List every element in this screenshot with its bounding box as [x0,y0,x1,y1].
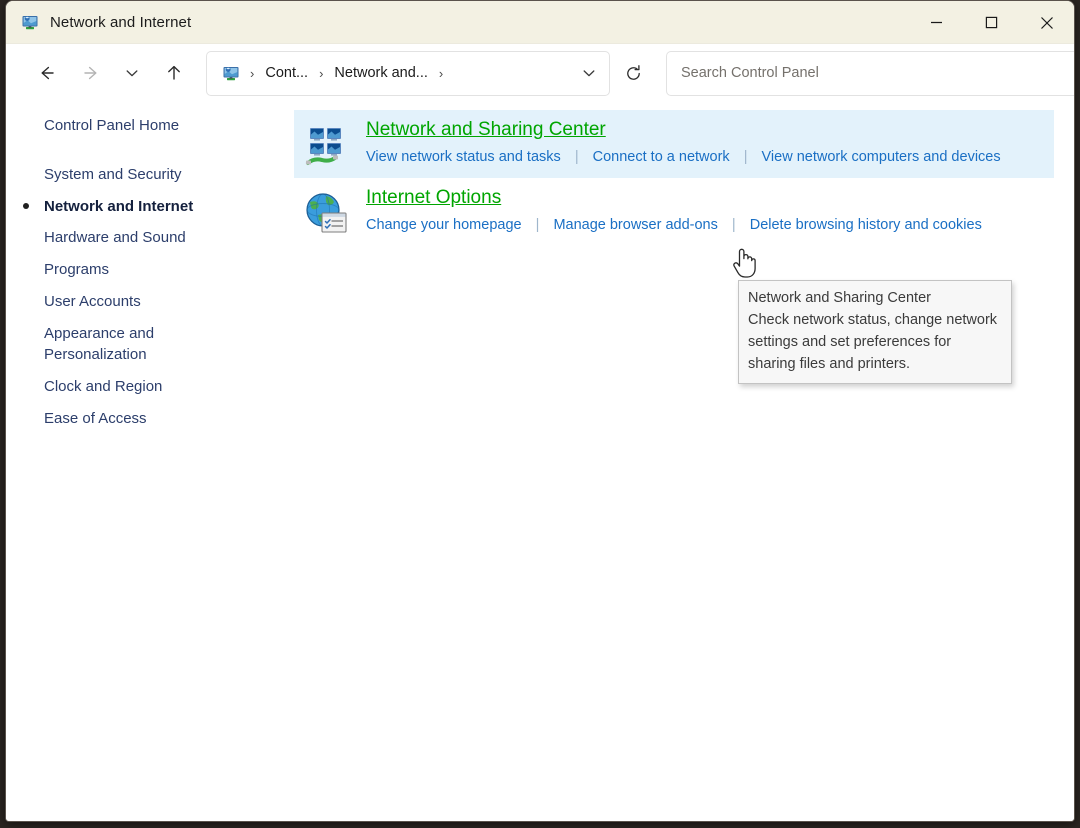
tooltip-title: Network and Sharing Center [748,287,1002,309]
recent-locations-button[interactable] [118,55,146,91]
category-text-network-and-sharing-center: Network and Sharing Center View network … [366,119,1054,167]
link-internet-options[interactable]: Internet Options [366,187,501,209]
sidebar-item-network-and-internet[interactable]: Network and Internet [6,191,294,223]
link-network-and-sharing-center[interactable]: Network and Sharing Center [366,119,606,141]
navigation-toolbar: › Cont... › Network and... › [6,44,1074,102]
category-row-internet-options[interactable]: Internet Options Change your homepage | … [294,178,1054,246]
content-area: Control Panel Home System and Security N… [6,102,1074,822]
sidebar-item-hardware-and-sound[interactable]: Hardware and Sound [6,222,294,254]
back-button[interactable] [28,55,64,91]
network-sharing-center-icon [302,121,350,169]
link-delete-browsing-history-and-cookies[interactable]: Delete browsing history and cookies [750,217,982,233]
category-text-internet-options: Internet Options Change your homepage | … [366,187,1054,235]
pointing-hand-cursor [731,247,757,279]
up-button[interactable] [156,55,192,91]
maximize-button[interactable] [964,1,1019,44]
control-panel-window: Network and Internet [5,0,1075,822]
window-title: Network and Internet [50,14,191,31]
sidebar-item-ease-of-access[interactable]: Ease of Access [6,403,294,435]
breadcrumb-separator-0: › [241,66,263,81]
breadcrumb: › Cont... › Network and... › [221,56,605,90]
tooltip: Network and Sharing Center Check network… [738,280,1012,384]
sidebar-item-programs[interactable]: Programs [6,254,294,286]
sidebar-spacer [6,142,294,159]
category-links-network-and-sharing-center: View network status and tasks | Connect … [366,148,1054,167]
category-links-internet-options: Change your homepage | Manage browser ad… [366,216,1054,235]
window-controls [909,1,1074,44]
tooltip-body: Check network status, change network set… [748,309,1002,375]
search-input[interactable] [681,65,1075,81]
search-box[interactable] [666,51,1075,96]
breadcrumb-separator-2: › [430,66,452,81]
minimize-button[interactable] [909,1,964,44]
link-view-network-computers-and-devices[interactable]: View network computers and devices [762,149,1001,165]
control-panel-icon[interactable] [221,63,241,83]
link-divider: | [565,149,589,165]
address-bar[interactable]: › Cont... › Network and... › [206,51,610,96]
link-connect-to-a-network[interactable]: Connect to a network [593,149,730,165]
sidebar-item-clock-and-region[interactable]: Clock and Region [6,371,294,403]
sidebar: Control Panel Home System and Security N… [6,102,294,822]
breadcrumb-item-network-and-internet[interactable]: Network and... [332,62,430,84]
sidebar-item-system-and-security[interactable]: System and Security [6,159,294,191]
link-change-your-homepage[interactable]: Change your homepage [366,217,522,233]
refresh-button[interactable] [614,51,652,96]
link-view-network-status-and-tasks[interactable]: View network status and tasks [366,149,561,165]
chevron-down-icon[interactable] [573,56,605,90]
close-button[interactable] [1019,1,1074,44]
network-internet-icon [20,12,40,32]
breadcrumb-separator-1: › [310,66,332,81]
category-row-network-and-sharing-center[interactable]: Network and Sharing Center View network … [294,110,1054,178]
link-divider: | [734,149,758,165]
breadcrumb-item-control-panel[interactable]: Cont... [263,62,310,84]
internet-options-icon [302,189,350,237]
category-list: Network and Sharing Center View network … [294,102,1074,822]
link-manage-browser-add-ons[interactable]: Manage browser add-ons [553,217,717,233]
sidebar-item-user-accounts[interactable]: User Accounts [6,286,294,318]
link-divider: | [526,217,550,233]
sidebar-item-control-panel-home[interactable]: Control Panel Home [6,110,294,142]
sidebar-item-appearance-and-personalization[interactable]: Appearance and Personalization [6,318,294,372]
forward-button[interactable] [74,55,110,91]
title-bar: Network and Internet [6,1,1074,44]
link-divider: | [722,217,746,233]
